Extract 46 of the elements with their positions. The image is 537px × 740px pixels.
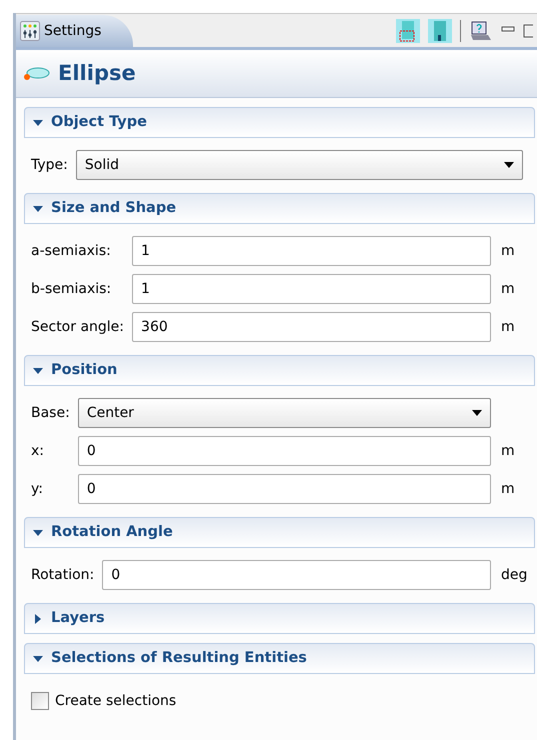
dropdown-arrow-icon [504,162,514,168]
section-header[interactable]: Size and Shape [24,193,535,224]
unit-label: m [500,318,516,336]
checkbox[interactable] [31,692,49,710]
dropdown-arrow-icon [472,410,482,416]
expanded-icon [33,530,43,536]
dropdown[interactable]: Solid [76,150,523,180]
unit-label: m [500,280,516,298]
expanded-icon [33,120,43,126]
input-field[interactable]: 0 [78,474,491,504]
input-field[interactable]: 0 [78,436,491,466]
field-label: x: [31,442,46,460]
settings-tab[interactable]: Settings [16,15,134,47]
unit-label: m [500,442,516,460]
input-field[interactable]: 0 [102,560,491,590]
field-label: Sector angle: [31,318,126,336]
field-label: Type: [31,156,69,174]
input-field[interactable]: 1 [132,274,491,304]
expanded-icon [33,656,43,662]
section-header[interactable]: Layers [24,603,535,634]
field-label: y: [31,480,44,498]
building-icon[interactable] [396,19,420,43]
input-field[interactable]: 360 [132,312,491,342]
field-label: b-semiaxis: [31,280,112,298]
help-monitor-icon[interactable] [469,20,493,42]
unit-label: m [500,242,516,260]
field-label: a-semiaxis: [31,242,112,260]
section-header[interactable]: Rotation Angle [24,517,535,548]
unit-label: deg [500,566,528,584]
checkbox-label: Create selections [55,692,176,710]
dropdown[interactable]: Center [78,398,491,428]
unit-label: m [500,480,516,498]
maximize-icon[interactable] [523,24,533,38]
section-header[interactable]: Selections of Resulting Entities [24,643,535,674]
building-icon[interactable] [428,19,452,43]
section-header[interactable]: Object Type [24,107,535,138]
collapsed-icon [33,614,43,624]
ellipse-icon [24,66,50,80]
expanded-icon [33,206,43,212]
section-header[interactable]: Position [24,355,535,386]
ellipse-title: Ellipse [58,60,136,87]
field-label: Rotation: [31,566,96,584]
expanded-icon [33,368,43,374]
field-label: Base: [31,404,71,422]
sliders-icon [20,21,40,41]
input-field[interactable]: 1 [132,236,491,266]
